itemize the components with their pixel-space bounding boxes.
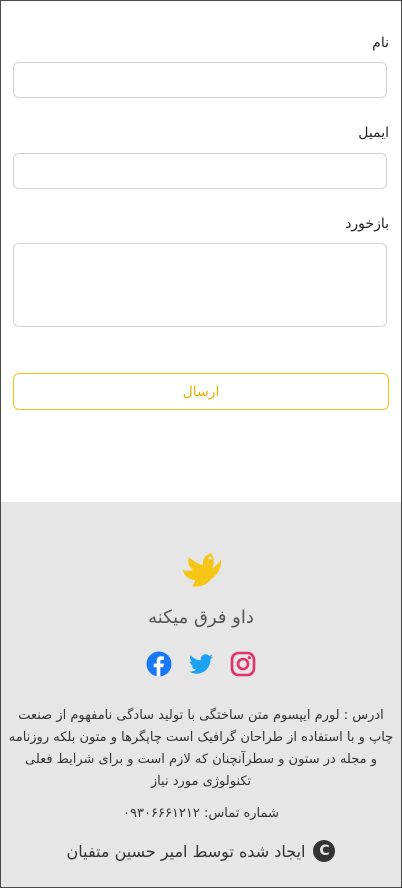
name-label: نام <box>372 35 389 51</box>
bird-logo-icon <box>183 553 222 587</box>
feedback-label: بازخورد <box>345 216 389 232</box>
instagram-icon[interactable] <box>230 651 256 677</box>
address-text: ادرس : لورم ایپسوم متن ساختگی با تولید س… <box>8 708 394 789</box>
email-input[interactable] <box>13 153 387 189</box>
credit-text: ایجاد شده توسط امیر حسین متفیان <box>66 841 306 861</box>
footer: داو فرق میکنه ادرس : لورم ایپسوم متن ساخ… <box>1 502 401 887</box>
phone-number: شماره تماس: ۰۹۳۰۶۶۶۱۲۱۲ <box>123 806 279 821</box>
brand-tagline: داو فرق میکنه <box>148 607 254 628</box>
page-frame: ​ نام ایمیل بازخورد ارسال داو فرق میکنه <box>0 0 402 888</box>
name-input[interactable] <box>13 62 387 98</box>
facebook-icon[interactable] <box>146 651 172 677</box>
credit-line: C ایجاد شده توسط امیر حسین متفیان <box>1 840 401 862</box>
submit-button[interactable]: ارسال <box>13 373 389 410</box>
twitter-icon[interactable] <box>188 651 214 677</box>
email-label: ایمیل <box>358 125 389 141</box>
social-links <box>1 651 401 677</box>
feedback-textarea[interactable] <box>13 243 387 327</box>
copyright-icon: C <box>313 840 336 862</box>
